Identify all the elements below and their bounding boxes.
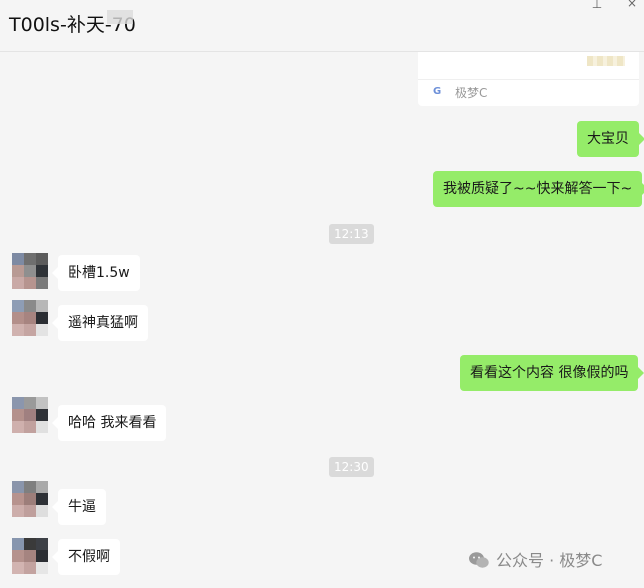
- link-card-divider: [418, 79, 639, 80]
- close-icon[interactable]: ×: [626, 0, 638, 9]
- message-bubble-outgoing[interactable]: 大宝贝: [577, 121, 644, 157]
- message-bubble-outgoing[interactable]: 我被质疑了~~快来解答一下~: [433, 171, 644, 207]
- pin-icon[interactable]: ⊥: [590, 0, 604, 10]
- link-card-thumbnail: [587, 56, 625, 66]
- account-logo-icon: G: [433, 86, 442, 97]
- link-card[interactable]: G 极梦C: [418, 52, 639, 106]
- watermark: 公众号 · 极梦C: [468, 549, 602, 573]
- message-bubble-incoming[interactable]: 卧槽1.5w: [52, 255, 140, 291]
- redacted-title-suffix: [107, 10, 133, 24]
- link-card-source: 极梦C: [455, 86, 488, 100]
- watermark-text: 公众号 · 极梦C: [496, 551, 603, 570]
- avatar[interactable]: [12, 397, 48, 433]
- message-bubble-incoming[interactable]: 不假啊: [52, 539, 120, 575]
- avatar[interactable]: [12, 481, 48, 517]
- wechat-icon: [469, 552, 489, 568]
- message-bubble-incoming[interactable]: 哈哈 我来看看: [51, 405, 167, 441]
- message-bubble-incoming[interactable]: 牛逼: [52, 489, 106, 525]
- avatar[interactable]: [12, 538, 48, 574]
- timestamp-divider: 12:13: [329, 224, 374, 244]
- message-bubble-incoming[interactable]: 遥神真猛啊: [52, 305, 148, 341]
- message-bubble-outgoing[interactable]: 看看这个内容 很像假的吗: [460, 355, 644, 391]
- timestamp-divider: 12:30: [329, 457, 374, 477]
- chat-titlebar: T00ls-补天-70 ⊥ ×: [0, 0, 644, 52]
- avatar[interactable]: [12, 300, 48, 336]
- avatar[interactable]: [12, 253, 48, 289]
